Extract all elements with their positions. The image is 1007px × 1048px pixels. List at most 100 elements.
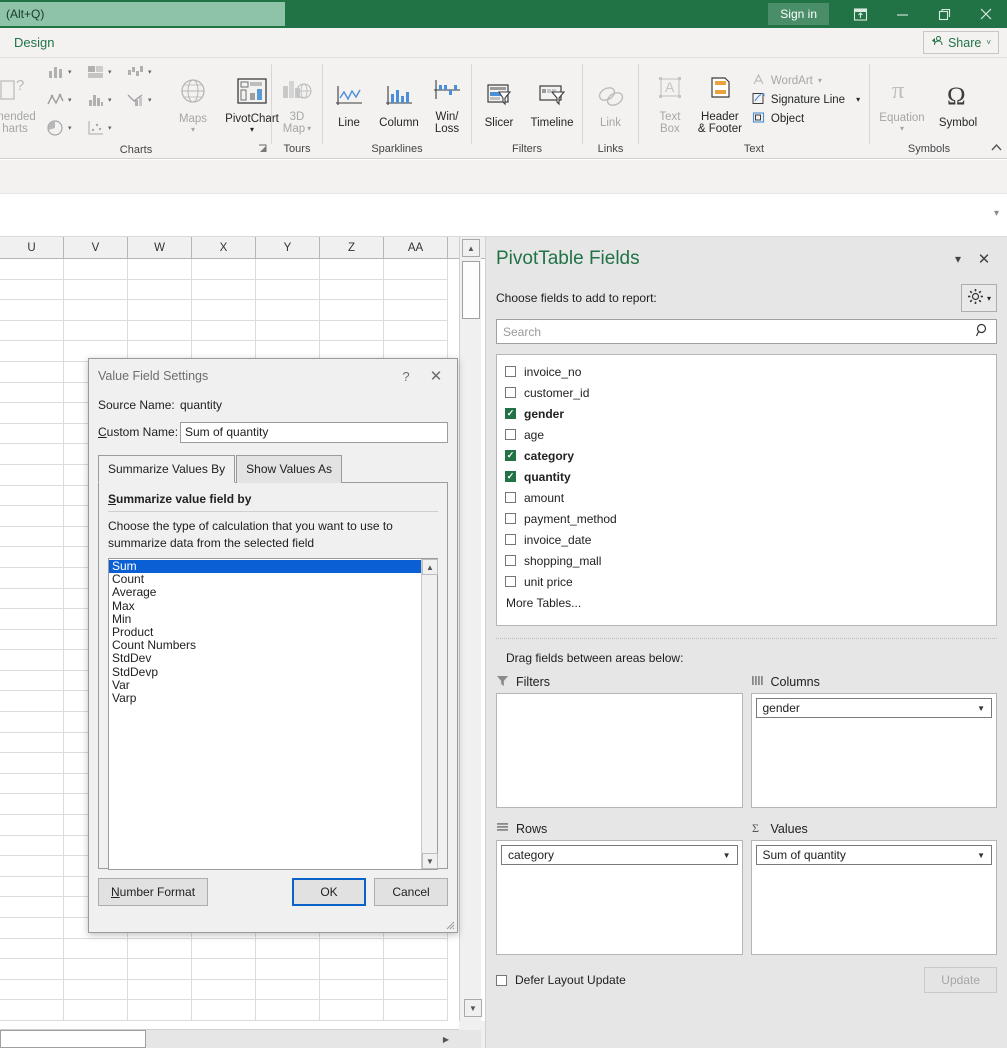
expand-formula-bar-icon[interactable]: ▾: [994, 208, 999, 219]
column-header-Y[interactable]: Y: [256, 237, 320, 258]
field-list-item[interactable]: unit price: [505, 571, 996, 592]
grid-cell[interactable]: [384, 259, 448, 280]
grid-cell[interactable]: [320, 279, 384, 301]
tab-show-values-as[interactable]: Show Values As: [236, 455, 342, 483]
grid-cell[interactable]: [0, 856, 64, 877]
function-list-item[interactable]: Min: [109, 612, 421, 626]
checkbox-icon[interactable]: [505, 429, 516, 440]
insert-waterfall-chart-button[interactable]: ▾: [125, 58, 165, 86]
timeline-button[interactable]: Timeline: [524, 71, 580, 129]
columns-area[interactable]: Columns gender ▼: [750, 671, 997, 808]
insert-hierarchy-chart-button[interactable]: ▾: [85, 58, 125, 86]
grid-cell[interactable]: [0, 897, 64, 918]
grid-cell[interactable]: [0, 320, 64, 342]
chevron-down-icon[interactable]: ▾: [250, 125, 254, 134]
grid-cell[interactable]: [384, 979, 448, 1001]
field-list[interactable]: invoice_no customer_id ✓ gender age ✓ category…: [496, 354, 997, 626]
grid-cell[interactable]: [256, 1000, 320, 1021]
cancel-button[interactable]: Cancel: [374, 878, 448, 906]
help-question-icon[interactable]: ?: [391, 369, 421, 384]
grid-cell[interactable]: [0, 794, 64, 816]
dialog-title-bar[interactable]: Value Field Settings ? ✕: [89, 359, 457, 393]
grid-cell[interactable]: [0, 918, 64, 939]
number-format-button[interactable]: Number Format: [98, 878, 209, 906]
minimize-icon[interactable]: [881, 0, 923, 28]
grid-cell[interactable]: [0, 259, 64, 280]
chevron-down-icon[interactable]: ▾: [307, 123, 311, 135]
checkbox-checked-icon[interactable]: ✓: [505, 471, 516, 482]
insert-line-chart-button[interactable]: ▾: [45, 86, 85, 114]
field-list-item[interactable]: amount: [505, 487, 996, 508]
collapse-ribbon-chevron-icon[interactable]: [990, 143, 1003, 155]
grid-cell[interactable]: [0, 1000, 64, 1021]
vertical-scrollbar[interactable]: ▲ ▼: [459, 237, 482, 1021]
rows-dropzone[interactable]: category ▼: [496, 840, 743, 955]
field-list-item[interactable]: shopping_mall: [505, 550, 996, 571]
symbol-button[interactable]: Ω Symbol: [931, 71, 985, 129]
grid-cell[interactable]: [0, 773, 64, 795]
insert-scatter-chart-button[interactable]: ▾: [85, 114, 125, 142]
header-footer-button[interactable]: Header & Footer: [692, 65, 748, 135]
grid-cell[interactable]: [128, 259, 192, 280]
value-field-settings-dialog[interactable]: Value Field Settings ? ✕ Source Name: qu…: [88, 358, 458, 933]
function-list-item[interactable]: StdDevp: [109, 665, 421, 679]
listbox-scrollbar[interactable]: ▲ ▼: [421, 559, 438, 869]
grid-cell[interactable]: [192, 279, 256, 301]
chevron-down-icon[interactable]: ▾: [856, 95, 860, 104]
maps-button[interactable]: Maps ▾: [165, 67, 221, 134]
chevron-down-icon[interactable]: ▾: [68, 68, 72, 76]
values-dropzone[interactable]: Sum of quantity ▼: [750, 840, 997, 955]
grid-cell[interactable]: [256, 320, 320, 342]
grid-cell[interactable]: [384, 320, 448, 342]
grid-cell[interactable]: [0, 650, 64, 671]
grid-cell[interactable]: [0, 609, 64, 630]
grid-cell[interactable]: [128, 320, 192, 342]
chevron-down-icon[interactable]: ▾: [108, 124, 112, 132]
grid-cell[interactable]: [256, 300, 320, 321]
slicer-button[interactable]: Slicer: [474, 71, 524, 129]
grid-row[interactable]: [0, 300, 485, 321]
checkbox-icon[interactable]: [505, 534, 516, 545]
grid-cell[interactable]: [128, 959, 192, 980]
grid-cell[interactable]: [192, 959, 256, 980]
function-list-item[interactable]: Max: [109, 599, 421, 613]
field-list-item[interactable]: ✓ gender: [505, 403, 996, 424]
function-list-item[interactable]: StdDev: [109, 652, 421, 665]
search-input[interactable]: Search: [496, 319, 997, 344]
column-header-AA[interactable]: AA: [384, 237, 448, 258]
rows-area[interactable]: Rows category ▼: [496, 808, 743, 955]
vertical-scroll-thumb[interactable]: [462, 261, 480, 319]
function-list-items[interactable]: Sum Count Average Max Min Product Count Number…: [109, 559, 421, 869]
grid-cell[interactable]: [64, 320, 128, 342]
chevron-down-icon[interactable]: ▼: [977, 704, 985, 713]
grid-cell[interactable]: [0, 485, 64, 507]
grid-cell[interactable]: [0, 876, 64, 898]
object-button[interactable]: Object: [752, 111, 860, 127]
grid-cell[interactable]: [0, 444, 64, 465]
function-list-item[interactable]: Sum: [109, 559, 421, 574]
signature-line-button[interactable]: Signature Line ▾: [752, 92, 860, 108]
grid-cell[interactable]: [0, 547, 64, 568]
column-header-X[interactable]: X: [192, 237, 256, 258]
dialog-box-launcher-icon[interactable]: [257, 143, 269, 155]
column-header-Z[interactable]: Z: [320, 237, 384, 258]
grid-cell[interactable]: [64, 959, 128, 980]
close-icon[interactable]: [965, 0, 1007, 28]
grid-cell[interactable]: [192, 979, 256, 1001]
chevron-down-icon[interactable]: ▾: [68, 124, 72, 132]
ribbon-display-options-icon[interactable]: [839, 0, 881, 28]
sparkline-column-button[interactable]: Column: [373, 71, 425, 129]
scroll-down-arrow-icon[interactable]: ▼: [464, 999, 482, 1017]
grid-cell[interactable]: [0, 732, 64, 754]
pane-menu-caret-icon[interactable]: ▾: [945, 252, 971, 266]
grid-cell[interactable]: [320, 938, 384, 960]
summarize-function-listbox[interactable]: Sum Count Average Max Min Product Count Number…: [108, 558, 438, 870]
grid-cell[interactable]: [320, 1000, 384, 1021]
equation-button[interactable]: π Equation ▾: [873, 66, 931, 133]
grid-cell[interactable]: [256, 979, 320, 1001]
listbox-scroll-up-icon[interactable]: ▲: [422, 559, 438, 575]
more-tables-link[interactable]: More Tables...: [505, 592, 996, 610]
checkbox-icon[interactable]: [505, 513, 516, 524]
grid-cell[interactable]: [64, 1000, 128, 1021]
function-list-item[interactable]: Count Numbers: [109, 638, 421, 652]
